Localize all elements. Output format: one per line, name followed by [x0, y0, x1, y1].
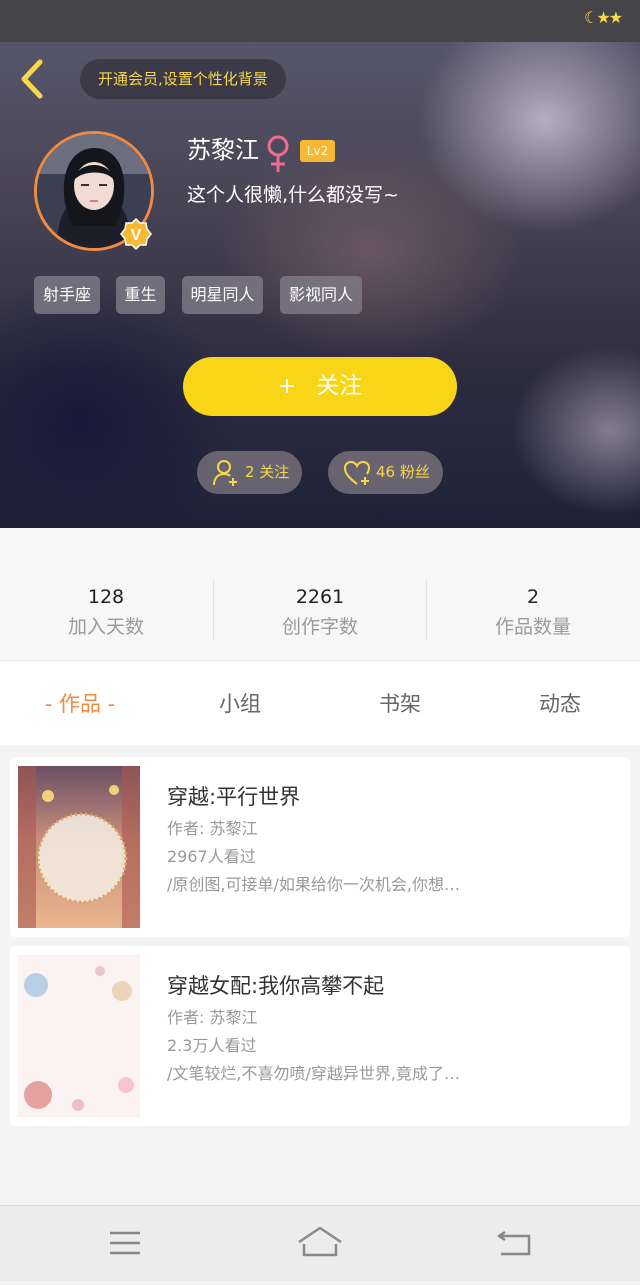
menu-button[interactable] [85, 1206, 165, 1281]
verified-v-icon: V [120, 217, 152, 251]
profile-header: ☾★★ 开通会员,设置个性化背景 V 苏黎江 Lv2 这个人很懒,什么都没写~ … [0, 0, 640, 528]
book-cover-image [18, 955, 140, 1117]
tag[interactable]: 射手座 [34, 276, 100, 314]
book-description: /文笔较烂,不喜勿喷/穿越异世界,竟成了… [167, 1064, 460, 1083]
stat-word-count: 2261 创作字数 [214, 580, 426, 650]
plus-icon: + [277, 374, 297, 399]
follow-button[interactable]: + 关注 [183, 357, 457, 416]
back-button[interactable] [16, 56, 56, 102]
tab-activity[interactable]: 动态 [480, 661, 640, 745]
book-cover [18, 955, 140, 1117]
book-title: 穿越:平行世界 [167, 785, 301, 809]
home-icon [298, 1226, 342, 1257]
moon-stars-icon: ☾★★ [584, 8, 623, 27]
svg-text:V: V [131, 227, 142, 244]
book-cover [18, 766, 140, 928]
fans-count-button[interactable]: 46 粉丝 [328, 451, 443, 494]
chevron-left-icon [21, 59, 43, 99]
book-author: 作者: 苏黎江 [167, 819, 258, 838]
back-nav-button[interactable] [475, 1206, 555, 1281]
tab-groups[interactable]: 小组 [160, 661, 320, 745]
stat-value: 128 [87, 586, 125, 608]
stat-join-days: 128 加入天数 [0, 580, 212, 650]
follow-label: 关注 [316, 373, 363, 399]
return-icon [497, 1230, 531, 1256]
stat-works-count: 2 作品数量 [427, 580, 639, 650]
menu-icon [110, 1231, 140, 1255]
bio-text: 这个人很懒,什么都没写~ [187, 184, 399, 206]
book-title: 穿越女配:我你高攀不起 [167, 974, 385, 998]
work-card[interactable]: 穿越女配:我你高攀不起 作者: 苏黎江 2.3万人看过 /文笔较烂,不喜勿喷/穿… [10, 946, 630, 1126]
tab-works[interactable]: - 作品 - [0, 661, 160, 745]
home-button[interactable] [280, 1206, 360, 1281]
following-count-button[interactable]: 2 关注 [197, 451, 302, 494]
tag[interactable]: 影视同人 [280, 276, 362, 314]
vip-background-prompt[interactable]: 开通会员,设置个性化背景 [80, 59, 286, 99]
book-views: 2.3万人看过 [167, 1036, 257, 1055]
female-icon [265, 134, 291, 174]
user-plus-icon [213, 460, 237, 486]
stat-label: 创作字数 [281, 616, 358, 638]
work-card[interactable]: 穿越:平行世界 作者: 苏黎江 2967人看过 /原创图,可接单/如果给你一次机… [10, 757, 630, 937]
stat-value: 2 [526, 586, 540, 608]
stat-label: 作品数量 [494, 616, 571, 638]
book-views: 2967人看过 [167, 847, 256, 866]
stats-bar: 128 加入天数 2261 创作字数 2 作品数量 [0, 528, 640, 661]
fans-count: 46 粉丝 [376, 463, 430, 481]
status-bar: ☾★★ [0, 0, 640, 42]
tag[interactable]: 明星同人 [182, 276, 263, 314]
following-count: 2 关注 [245, 463, 290, 481]
tag[interactable]: 重生 [116, 276, 165, 314]
heart-plus-icon [343, 460, 371, 485]
stat-label: 加入天数 [67, 616, 144, 638]
stat-value: 2261 [295, 586, 345, 608]
tab-bookshelf[interactable]: 书架 [320, 661, 480, 745]
book-author: 作者: 苏黎江 [167, 1008, 258, 1027]
book-cover-image [18, 766, 140, 928]
username: 苏黎江 [187, 136, 259, 164]
level-badge: Lv2 [300, 140, 335, 162]
system-nav-bar [0, 1205, 640, 1281]
profile-tabs: - 作品 - 小组 书架 动态 [0, 661, 640, 745]
book-description: /原创图,可接单/如果给你一次机会,你想… [167, 875, 460, 894]
